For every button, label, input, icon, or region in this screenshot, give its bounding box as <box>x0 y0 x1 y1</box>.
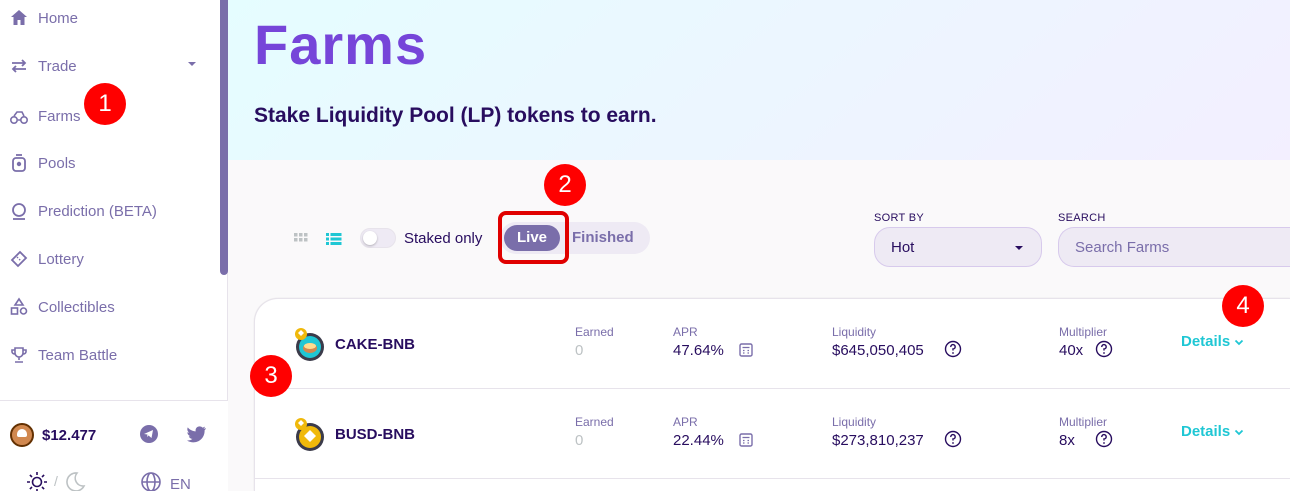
page-title: Farms <box>254 13 428 76</box>
apr-label: APR <box>673 325 698 339</box>
theme-separator: / <box>54 473 58 489</box>
farms-table: CAKE-BNB Earned 0 APR 47.64% Liquidity $… <box>254 298 1290 491</box>
annotation-badge-1: 1 <box>84 83 126 125</box>
trophy-icon <box>8 344 30 366</box>
language-selector[interactable]: EN <box>140 471 191 491</box>
page-subtitle: Stake Liquidity Pool (LP) tokens to earn… <box>254 104 657 127</box>
table-row[interactable]: BUSD-BNB Earned 0 APR 22.44% Liquidity $… <box>255 389 1290 479</box>
list-view-icon[interactable] <box>326 232 342 246</box>
chevron-down-icon <box>1015 246 1023 250</box>
sidebar-item-label: Pools <box>38 154 76 172</box>
annotation-badge-2: 2 <box>544 164 586 206</box>
staked-only-toggle[interactable] <box>360 228 396 248</box>
sidebar-item-prediction[interactable]: Prediction (BETA) <box>0 189 218 233</box>
details-label: Details <box>1181 423 1231 440</box>
sidebar-item-label: Home <box>38 9 79 27</box>
cake-logo-icon <box>10 423 34 447</box>
calculator-icon[interactable] <box>739 343 753 357</box>
apr-value: 22.44% <box>673 432 724 449</box>
help-icon[interactable] <box>1095 340 1113 358</box>
sidebar-item-lottery[interactable]: Lottery <box>0 237 218 281</box>
sidebar-footer: $12.477 / EN <box>0 400 228 491</box>
ticket-icon <box>8 248 30 270</box>
sidebar-item-collectibles[interactable]: Collectibles <box>0 285 218 329</box>
tab-finished[interactable]: Finished <box>572 225 634 251</box>
details-label: Details <box>1181 333 1231 350</box>
sidebar-item-label: Collectibles <box>38 298 115 316</box>
liquidity-label: Liquidity <box>832 325 877 339</box>
multiplier-label: Multiplier <box>1059 325 1108 339</box>
sort-value: Hot <box>891 239 915 256</box>
calculator-icon[interactable] <box>739 433 753 447</box>
sidebar-item-home[interactable]: Home <box>0 0 218 40</box>
page-header: Farms Stake Liquidity Pool (LP) tokens t… <box>228 0 1290 160</box>
apr-label: APR <box>673 415 698 429</box>
farm-icon <box>8 105 30 127</box>
multiplier-value: 40x <box>1059 342 1084 359</box>
twitter-icon[interactable] <box>186 423 208 445</box>
globe-icon <box>140 471 162 491</box>
details-button[interactable]: Details <box>1181 423 1244 440</box>
prediction-icon <box>8 200 30 222</box>
apr-value: 47.64% <box>673 342 724 359</box>
sun-icon[interactable] <box>26 471 48 491</box>
sidebar-scrollbar[interactable] <box>220 0 228 275</box>
help-icon[interactable] <box>1095 430 1113 448</box>
grid-view-icon[interactable] <box>294 232 308 246</box>
chevron-down-icon <box>1235 339 1244 345</box>
search-input[interactable] <box>1058 227 1290 267</box>
sort-select[interactable]: Hot <box>874 227 1042 267</box>
moon-icon[interactable] <box>64 471 86 491</box>
sort-by-label: SORT BY <box>874 212 924 224</box>
chevron-down-icon <box>188 62 196 66</box>
telegram-icon[interactable] <box>138 423 160 445</box>
staked-only-label: Staked only <box>404 230 483 247</box>
help-icon[interactable] <box>944 430 962 448</box>
cake-price[interactable]: $12.477 <box>10 423 96 447</box>
earned-value: 0 <box>575 432 584 449</box>
nft-icon <box>8 296 30 318</box>
pool-icon <box>8 152 30 174</box>
farm-controls: Staked only Live Finished SORT BY Hot SE… <box>228 160 1290 300</box>
liquidity-label: Liquidity <box>832 415 877 429</box>
home-icon <box>8 7 30 29</box>
sidebar-item-label: Lottery <box>38 250 84 268</box>
busd-bnb-token-icon <box>289 415 327 453</box>
multiplier-label: Multiplier <box>1059 415 1108 429</box>
help-icon[interactable] <box>944 340 962 358</box>
toggle-knob <box>363 231 377 245</box>
sidebar-item-label: Prediction (BETA) <box>38 202 157 220</box>
liquidity-value: $273,810,237 <box>832 432 924 449</box>
sidebar-item-label: Team Battle <box>38 346 118 364</box>
sidebar-item-trade[interactable]: Trade <box>0 44 218 88</box>
annotation-badge-3: 3 <box>250 355 292 397</box>
trade-icon <box>8 55 30 77</box>
chevron-down-icon <box>1235 429 1244 435</box>
earned-label: Earned <box>575 325 614 339</box>
multiplier-value: 8x <box>1059 432 1075 449</box>
search-label: SEARCH <box>1058 212 1106 224</box>
live-tab-highlight <box>498 211 569 264</box>
annotation-badge-4: 4 <box>1222 285 1264 327</box>
cake-bnb-token-icon <box>289 325 327 363</box>
sidebar: Home Trade Farms Pools Prediction (BETA)… <box>0 0 228 491</box>
language-label: EN <box>170 476 191 491</box>
sidebar-item-label: Farms <box>38 107 81 125</box>
earned-value: 0 <box>575 342 584 359</box>
liquidity-value: $645,050,405 <box>832 342 924 359</box>
earned-label: Earned <box>575 415 614 429</box>
farm-pair-name: CAKE-BNB <box>335 336 415 353</box>
sidebar-item-label: Trade <box>38 57 77 75</box>
details-button[interactable]: Details <box>1181 333 1244 350</box>
sidebar-item-pools[interactable]: Pools <box>0 141 218 185</box>
farm-pair-name: BUSD-BNB <box>335 426 415 443</box>
table-row[interactable]: CAKE-BNB Earned 0 APR 47.64% Liquidity $… <box>255 299 1290 389</box>
cake-price-value: $12.477 <box>42 426 97 444</box>
sidebar-item-team-battle[interactable]: Team Battle <box>0 333 218 377</box>
